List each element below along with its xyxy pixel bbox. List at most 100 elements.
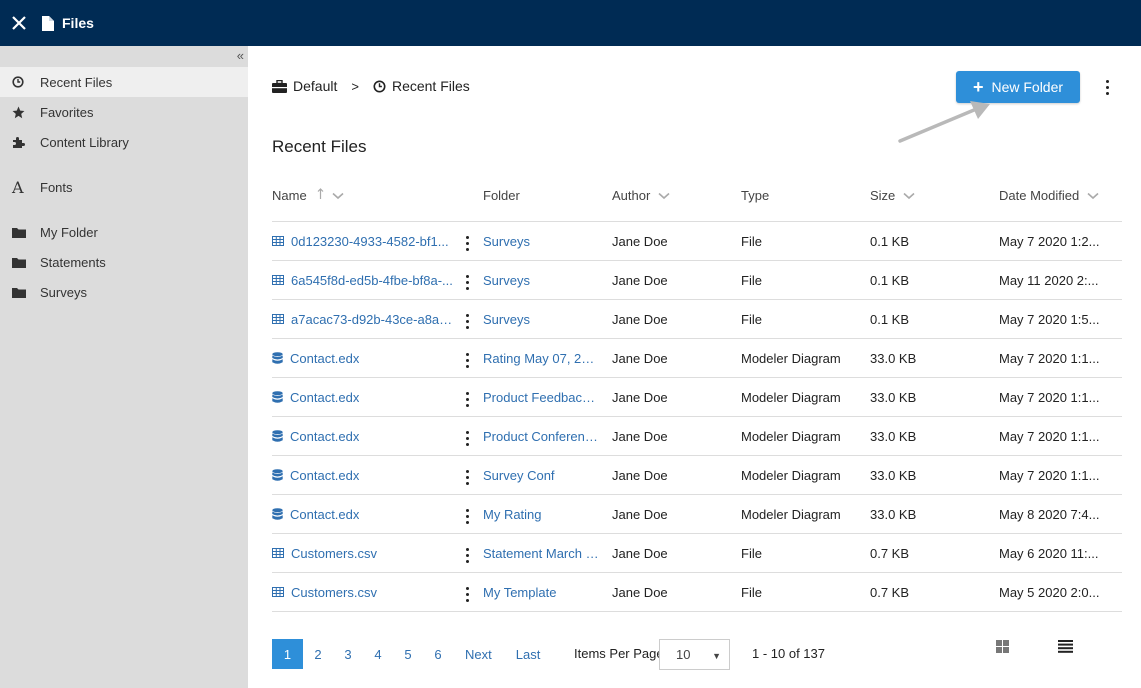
table-row[interactable]: Contact.edx Survey Conf Jane Doe Modeler Di… bbox=[272, 456, 1122, 495]
row-options-icon[interactable] bbox=[462, 302, 472, 340]
date-modified-cell: May 7 2020 1:2... bbox=[999, 222, 1123, 260]
row-options-icon[interactable] bbox=[462, 380, 472, 418]
file-name: Contact.edx bbox=[290, 350, 360, 366]
file-name: Contact.edx bbox=[290, 467, 360, 483]
chevron-down-icon[interactable] bbox=[903, 192, 915, 200]
table-row[interactable]: a7acac73-d92b-43ce-a8a5-... Surveys Jane D… bbox=[272, 300, 1122, 339]
size-cell: 0.7 KB bbox=[870, 584, 910, 600]
sidebar-item-label: Content Library bbox=[40, 134, 129, 150]
sidebar-item-surveys[interactable]: Surveys bbox=[0, 277, 248, 307]
file-name-link[interactable]: a7acac73-d92b-43ce-a8a5-... bbox=[272, 300, 456, 338]
file-name: Customers.csv bbox=[291, 584, 377, 600]
grid-view-icon[interactable] bbox=[996, 640, 1009, 656]
folder-link[interactable]: Survey Conf bbox=[483, 456, 601, 494]
row-options-icon[interactable] bbox=[462, 497, 472, 535]
column-header-size[interactable]: Size bbox=[870, 188, 915, 203]
file-name: Customers.csv bbox=[291, 545, 377, 561]
font-icon: A bbox=[12, 177, 24, 197]
folder-link[interactable]: My Rating bbox=[483, 495, 601, 533]
table-row[interactable]: Contact.edx Rating May 07, 2020 Jane Doe Mo… bbox=[272, 339, 1122, 378]
table-row[interactable]: Contact.edx Product Feedback ... Jane Doe M… bbox=[272, 378, 1122, 417]
star-icon bbox=[12, 106, 40, 119]
table-row[interactable]: 0d123230-4933-4582-bf1... Surveys Jane Doe… bbox=[272, 222, 1122, 261]
file-name-link[interactable]: Contact.edx bbox=[272, 495, 456, 533]
date-modified-cell: May 7 2020 1:1... bbox=[999, 456, 1123, 494]
sidebar-item-my-folder[interactable]: My Folder bbox=[0, 217, 248, 247]
table-row[interactable]: Customers.csv My Template Jane Doe File 0.7 … bbox=[272, 573, 1122, 612]
file-name-link[interactable]: Contact.edx bbox=[272, 378, 456, 416]
database-icon bbox=[272, 429, 283, 443]
table-row[interactable]: Contact.edx My Rating Jane Doe Modeler Diag… bbox=[272, 495, 1122, 534]
table-row[interactable]: 6a545f8d-ed5b-4fbe-bf8a-... Surveys Jane D… bbox=[272, 261, 1122, 300]
chevron-down-icon[interactable] bbox=[658, 192, 670, 200]
file-name-link[interactable]: Contact.edx bbox=[272, 339, 456, 377]
folder-link[interactable]: Surveys bbox=[483, 261, 601, 299]
next-page-button[interactable]: Next bbox=[453, 639, 504, 669]
file-name-link[interactable]: Contact.edx bbox=[272, 456, 456, 494]
sidebar-item-label: Statements bbox=[40, 254, 106, 270]
breadcrumb-root[interactable]: Default bbox=[293, 78, 337, 94]
file-name-link[interactable]: Customers.csv bbox=[272, 534, 456, 572]
items-per-page-select[interactable]: 10 ▼ bbox=[659, 639, 730, 670]
table-row[interactable]: Customers.csv Statement March 2... Jane Do… bbox=[272, 534, 1122, 573]
page-1-button[interactable]: 1 bbox=[272, 639, 303, 669]
sidebar-item-favorites[interactable]: Favorites bbox=[0, 97, 248, 127]
page-2-button[interactable]: 2 bbox=[303, 639, 333, 669]
row-options-icon[interactable] bbox=[462, 536, 472, 574]
list-view-icon[interactable] bbox=[1058, 640, 1073, 656]
file-name-link[interactable]: 0d123230-4933-4582-bf1... bbox=[272, 222, 456, 260]
row-options-icon[interactable] bbox=[462, 263, 472, 301]
author-cell: Jane Doe bbox=[612, 311, 668, 327]
row-options-icon[interactable] bbox=[462, 341, 472, 379]
folder-name: Survey Conf bbox=[483, 467, 555, 483]
row-options-icon[interactable] bbox=[462, 419, 472, 457]
page-4-button[interactable]: 4 bbox=[363, 639, 393, 669]
row-options-icon[interactable] bbox=[462, 575, 472, 613]
author-cell: Jane Doe bbox=[612, 506, 668, 522]
folder-link[interactable]: Product Conferenc... bbox=[483, 417, 601, 455]
table-icon bbox=[272, 587, 284, 597]
row-options-icon[interactable] bbox=[462, 224, 472, 262]
author-cell: Jane Doe bbox=[612, 428, 668, 444]
column-header-name[interactable]: Name bbox=[272, 188, 344, 203]
folder-link[interactable]: Surveys bbox=[483, 222, 601, 260]
row-options-icon[interactable] bbox=[462, 458, 472, 496]
file-name-link[interactable]: 6a545f8d-ed5b-4fbe-bf8a-... bbox=[272, 261, 456, 299]
file-name-link[interactable]: Customers.csv bbox=[272, 573, 456, 611]
author-cell: Jane Doe bbox=[612, 389, 668, 405]
date-modified-cell: May 7 2020 1:1... bbox=[999, 378, 1123, 416]
folder-link[interactable]: Rating May 07, 2020 bbox=[483, 339, 601, 377]
file-name: Contact.edx bbox=[290, 428, 360, 444]
page-6-button[interactable]: 6 bbox=[423, 639, 453, 669]
close-icon[interactable] bbox=[0, 0, 38, 46]
folder-link[interactable]: Product Feedback ... bbox=[483, 378, 601, 416]
sidebar-item-fonts[interactable]: A Fonts bbox=[0, 172, 248, 202]
file-name: 6a545f8d-ed5b-4fbe-bf8a-... bbox=[291, 272, 453, 288]
column-header-type[interactable]: Type bbox=[741, 188, 769, 203]
table-row[interactable]: Contact.edx Product Conferenc... Jane Doe M… bbox=[272, 417, 1122, 456]
sidebar-item-label: Recent Files bbox=[40, 74, 113, 90]
sidebar-item-recent-files[interactable]: Recent Files bbox=[0, 67, 248, 97]
chevron-down-icon[interactable] bbox=[332, 192, 344, 200]
collapse-sidebar-button[interactable]: « bbox=[237, 48, 244, 63]
new-folder-button[interactable]: + New Folder bbox=[956, 71, 1080, 103]
folder-link[interactable]: Statement March 2... bbox=[483, 534, 601, 572]
folder-name: My Rating bbox=[483, 506, 542, 522]
folder-link[interactable]: Surveys bbox=[483, 300, 601, 338]
last-page-button[interactable]: Last bbox=[504, 639, 553, 669]
sidebar-item-label: Surveys bbox=[40, 284, 87, 300]
type-cell: File bbox=[741, 272, 762, 288]
page-3-button[interactable]: 3 bbox=[333, 639, 363, 669]
more-options-icon[interactable] bbox=[1100, 76, 1114, 98]
sidebar-item-statements[interactable]: Statements bbox=[0, 247, 248, 277]
type-cell: File bbox=[741, 233, 762, 249]
chevron-down-icon[interactable] bbox=[1087, 192, 1099, 200]
sidebar-item-content-library[interactable]: Content Library bbox=[0, 127, 248, 157]
column-header-author[interactable]: Author bbox=[612, 188, 670, 203]
folder-link[interactable]: My Template bbox=[483, 573, 601, 611]
date-modified: May 11 2020 2:... bbox=[999, 272, 1099, 288]
file-name-link[interactable]: Contact.edx bbox=[272, 417, 456, 455]
column-header-date-modified[interactable]: Date Modified bbox=[999, 188, 1099, 203]
column-header-folder[interactable]: Folder bbox=[483, 188, 520, 203]
page-5-button[interactable]: 5 bbox=[393, 639, 423, 669]
